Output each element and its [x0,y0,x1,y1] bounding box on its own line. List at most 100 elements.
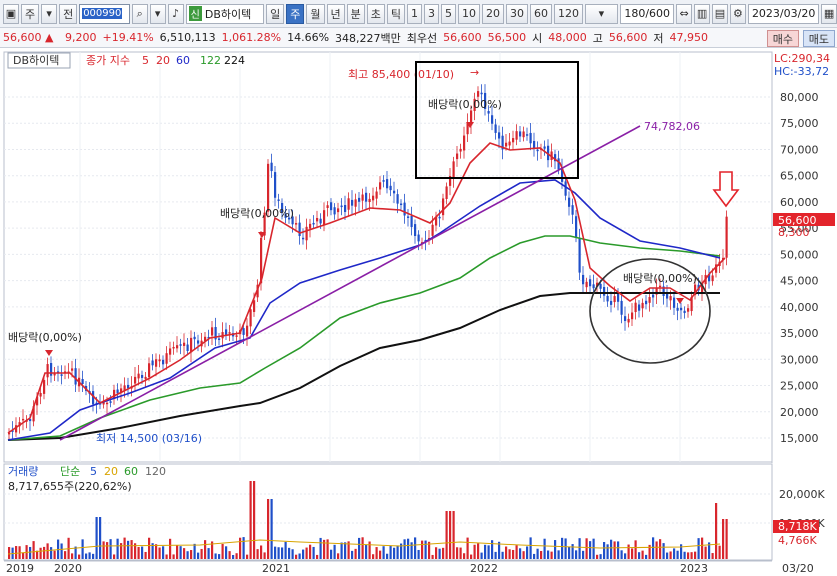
dividend-note-2021: 배당락(0,00%) [428,98,502,111]
period-tick[interactable]: 틱 [386,3,405,24]
volume-bar [557,550,560,559]
tick-30[interactable]: 30 [506,3,528,24]
candle-body [137,373,140,379]
volume-bar [592,538,595,559]
volume-bar [389,545,392,559]
price-tick: 40,000 [780,301,819,314]
sell-button[interactable]: 매도 [802,30,835,47]
volume-bar [109,539,112,559]
candle-body [375,191,378,199]
sound-icon[interactable]: ♪ [167,3,184,24]
volume-bar [407,538,410,559]
volume-bar [585,538,588,559]
price-tick: 25,000 [780,380,819,393]
volume-bar [197,552,200,559]
candle-body [358,197,361,202]
volume-bar [624,553,627,559]
current-price: 56,600 ▲ [3,31,54,44]
volume-bar [309,544,312,559]
tick-dropdown[interactable]: ▾ [585,3,618,24]
period-second[interactable]: 초 [366,3,385,24]
candle-body [379,182,382,190]
candle-body [386,179,389,189]
candle-body [228,332,231,334]
candle-body [669,296,672,301]
chevron-down-icon[interactable]: ▾ [41,3,58,24]
settings-icon[interactable]: ⚙ [729,3,746,24]
volume-bar [536,548,539,559]
volume-bar [337,553,340,559]
svg-text:단순: 단순 [60,465,80,478]
stock-code-input[interactable]: 000990 [79,3,130,24]
volume-pct: 1,061.28% [221,31,282,44]
volume-bar [375,547,378,559]
tab-week[interactable]: 주 [20,3,40,24]
dropdown-icon[interactable]: ▾ [149,3,166,24]
volume-bar [627,544,630,559]
best-label: 최우선 [406,31,438,45]
candle-body [109,401,112,403]
calendar-icon[interactable]: ▦ [821,3,837,24]
period-day[interactable]: 일 [266,3,285,24]
tick-120[interactable]: 120 [554,3,583,24]
tick-10[interactable]: 10 [458,3,480,24]
period-year[interactable]: 년 [326,3,345,24]
volume-bar [281,547,284,559]
svg-text:120: 120 [145,465,166,478]
volume-bar [43,546,46,559]
low-value: 47,950 [669,31,709,44]
volume-bar [95,517,98,559]
svg-text:03/20: 03/20 [782,562,814,575]
tab-prev[interactable]: 전 [59,3,78,24]
candle-body [494,124,497,133]
tick-5[interactable]: 5 [441,3,456,24]
volume-bar [599,554,602,559]
volume-bar [662,543,665,559]
candle-body [641,302,644,309]
tick-3[interactable]: 3 [424,3,439,24]
period-minute[interactable]: 분 [346,3,365,24]
candle-body [638,304,641,311]
candle-body [354,199,357,207]
volume-bar [221,543,224,559]
window-icon[interactable]: ▣ [3,3,19,24]
volume-bar [253,481,256,559]
volume-bar [491,540,494,559]
volume-bar [113,554,116,559]
candle-body [186,344,189,351]
open-value: 48,000 [548,31,587,44]
candle-body [529,132,532,144]
volume-bar [484,544,487,559]
candle-body [442,198,445,216]
high-value: 56,600 [608,31,648,44]
search-icon[interactable]: ⌕ [131,3,148,24]
save-icon[interactable]: ▤ [712,3,728,24]
period-month[interactable]: 월 [306,3,325,24]
volume-bar [116,538,119,559]
candle-body [361,194,364,201]
scale-icon[interactable]: ⇔ [676,3,693,24]
price-legend: DB하이텍 종가 지수 5 20 60 122 224 [7,52,245,69]
open-label: 시 [532,31,543,45]
tick-60[interactable]: 60 [530,3,552,24]
candle-body [680,307,683,311]
candle-body [410,215,413,228]
tick-20[interactable]: 20 [482,3,504,24]
price-change: 9,200 [65,31,97,44]
price-chart[interactable]: 80,00075,00070,00065,00060,00055,00050,0… [0,48,837,576]
svg-text:DB하이텍: DB하이텍 [13,53,59,67]
candle-body [603,287,606,296]
buy-button[interactable]: 매수 [766,30,799,47]
tick-1[interactable]: 1 [407,3,422,24]
price-tick: 50,000 [780,248,819,261]
ratio-field[interactable]: 180/600 [619,3,675,24]
candle-body [645,300,648,305]
date-field[interactable]: 2023/03/20 [747,3,820,24]
volume-bar [403,539,406,559]
volume-bar [396,545,399,559]
volume-bar [445,511,448,559]
candle-body [498,132,501,139]
volume-bar [554,540,557,559]
period-week[interactable]: 주 [286,3,305,24]
chart-type-icon[interactable]: ▥ [694,3,710,24]
